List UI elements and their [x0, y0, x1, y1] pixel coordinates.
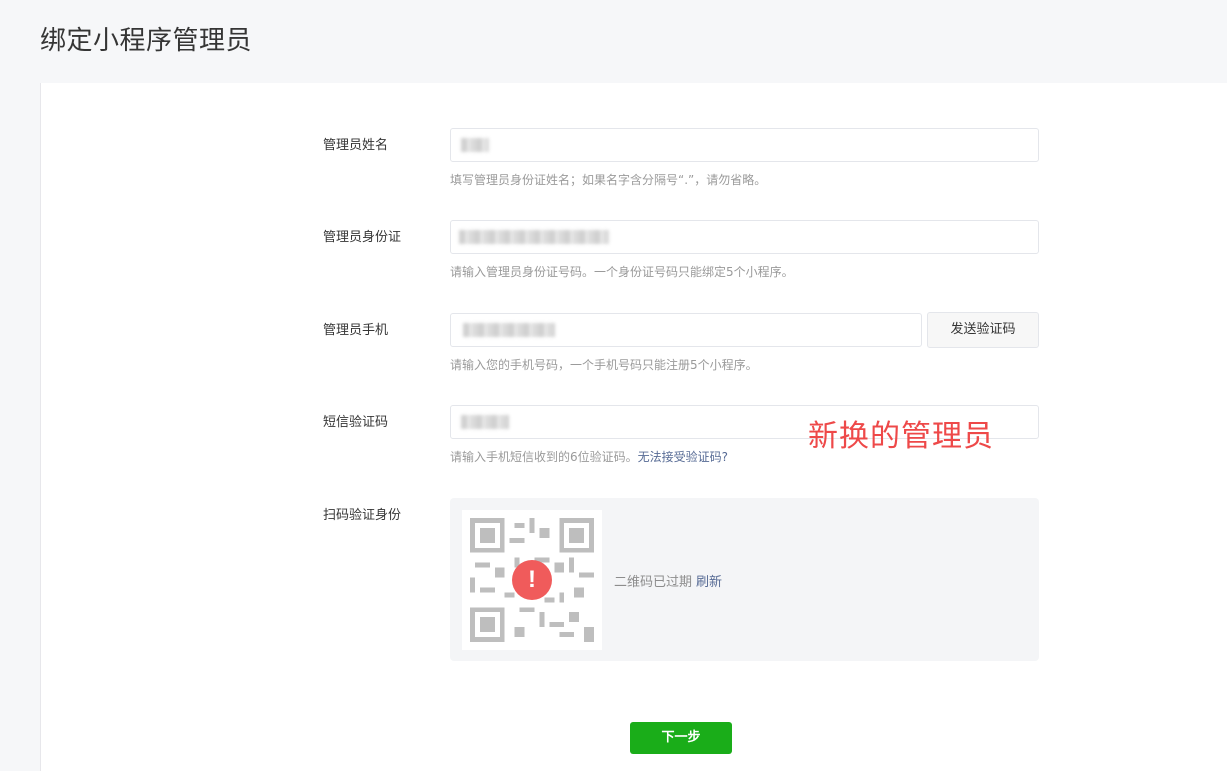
- name-value-redacted: [461, 138, 489, 152]
- sms-code-hint: 请输入手机短信收到的6位验证码。无法接受验证码?: [450, 449, 728, 465]
- page-title: 绑定小程序管理员: [40, 26, 253, 56]
- phone-input[interactable]: [450, 313, 922, 347]
- qr-expired-text: 二维码已过期: [614, 575, 693, 590]
- sms-code-hint-text: 请输入手机短信收到的6位验证码。: [450, 450, 638, 464]
- qr-refresh-link[interactable]: 刷新: [696, 575, 722, 590]
- id-card-label: 管理员身份证: [323, 230, 402, 245]
- sms-code-value-redacted: [461, 415, 509, 429]
- phone-label: 管理员手机: [323, 323, 389, 338]
- qr-verify-label: 扫码验证身份: [323, 508, 402, 523]
- form-panel: 管理员姓名 填写管理员身份证姓名；如果名字含分隔号“.”，请勿省略。 管理员身份…: [40, 83, 1227, 771]
- id-card-input[interactable]: [450, 220, 1039, 254]
- phone-value-redacted: [463, 323, 555, 337]
- qr-code-frame: !: [462, 510, 602, 650]
- qr-verify-box: ! 二维码已过期 刷新: [450, 498, 1039, 661]
- id-card-hint: 请输入管理员身份证号码。一个身份证号码只能绑定5个小程序。: [450, 265, 794, 279]
- send-code-button[interactable]: 发送验证码: [927, 312, 1039, 348]
- qr-status: 二维码已过期 刷新: [614, 571, 722, 590]
- exclamation-circle-icon: !: [512, 560, 552, 600]
- sms-code-label: 短信验证码: [323, 415, 389, 430]
- next-step-button[interactable]: 下一步: [630, 722, 732, 754]
- phone-hint: 请输入您的手机号码，一个手机号码只能注册5个小程序。: [450, 358, 758, 372]
- name-input[interactable]: [450, 128, 1039, 162]
- name-hint: 填写管理员身份证姓名；如果名字含分隔号“.”，请勿省略。: [450, 173, 767, 187]
- cannot-receive-code-link[interactable]: 无法接受验证码?: [638, 450, 728, 464]
- id-card-value-redacted: [459, 230, 609, 244]
- annotation-text: 新换的管理员: [808, 419, 994, 454]
- name-label: 管理员姓名: [323, 138, 389, 153]
